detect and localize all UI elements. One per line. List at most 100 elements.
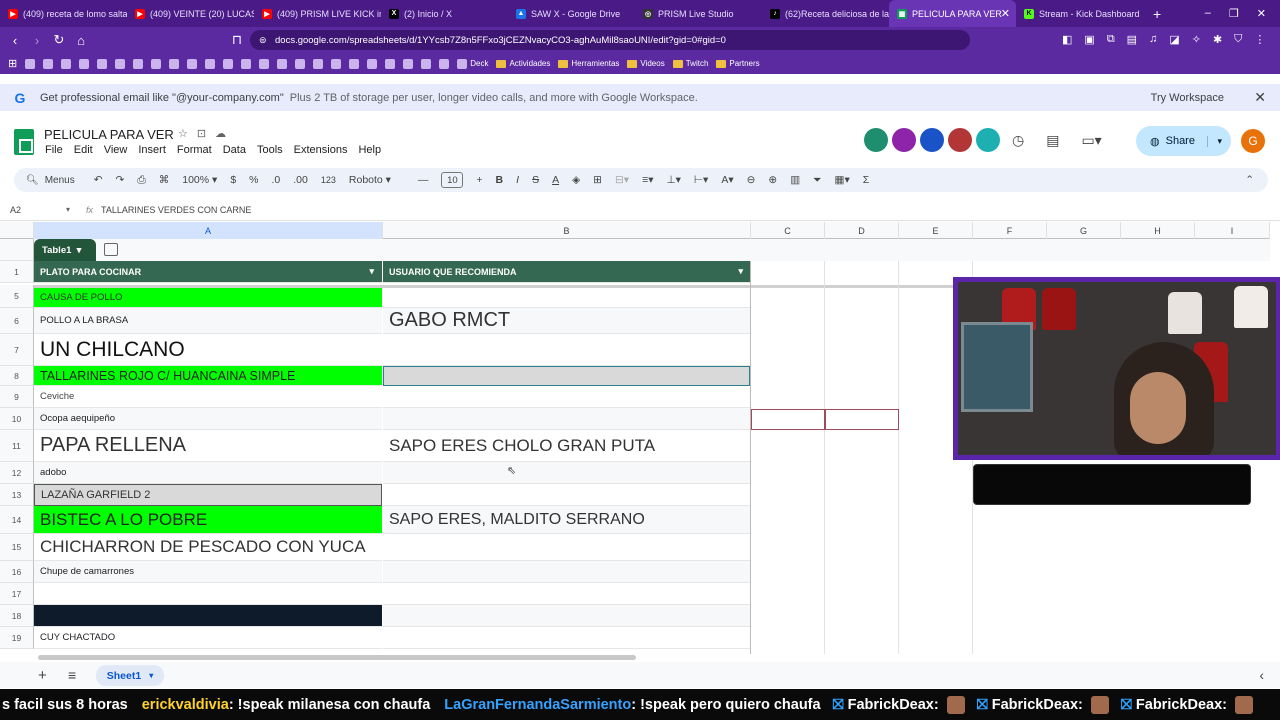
- add-sheet-button[interactable]: +: [38, 667, 47, 684]
- selected-cell-d10[interactable]: [825, 409, 899, 430]
- table-cell[interactable]: adobo: [34, 462, 382, 484]
- table-cell[interactable]: BISTEC A LO POBRE: [34, 506, 382, 534]
- bookmark-icon[interactable]: [133, 58, 144, 69]
- table-cell[interactable]: [383, 583, 750, 605]
- extension-icon[interactable]: ◧: [1062, 33, 1072, 46]
- percent-format[interactable]: %: [249, 174, 258, 186]
- bookmark-icon[interactable]: [367, 58, 378, 69]
- browser-tab[interactable]: ♪ (62)Receta deliciosa de la: [762, 0, 889, 27]
- table-cell[interactable]: [34, 583, 382, 605]
- table-cell[interactable]: LAZAÑA GARFIELD 2: [34, 484, 382, 506]
- row-number[interactable]: 19: [0, 627, 34, 649]
- column-header[interactable]: A: [34, 222, 383, 239]
- table-cell[interactable]: [383, 386, 750, 408]
- bold-icon[interactable]: B: [496, 174, 504, 186]
- bookmark-icon[interactable]: [79, 58, 90, 69]
- column-filter-icon[interactable]: ▾: [738, 266, 743, 277]
- bookmark-icon[interactable]: [241, 58, 252, 69]
- column-header[interactable]: D: [825, 222, 899, 239]
- browser-tab[interactable]: ▶ (409) PRISM LIVE KICK ir: [254, 0, 381, 27]
- menu-tools[interactable]: Tools: [257, 144, 283, 156]
- bookmark-icon[interactable]: [385, 58, 396, 69]
- table-cell[interactable]: SAPO ERES CHOLO GRAN PUTA: [383, 430, 750, 462]
- number-format[interactable]: 123: [321, 175, 336, 185]
- table-cell[interactable]: [383, 561, 750, 583]
- column-header[interactable]: H: [1121, 222, 1195, 239]
- bookmark-folder-videos[interactable]: Videos: [627, 59, 665, 68]
- new-tab-button[interactable]: +: [1143, 6, 1171, 22]
- table-cell[interactable]: [383, 366, 750, 386]
- back-icon[interactable]: ‹: [4, 33, 26, 48]
- row-number[interactable]: 14: [0, 506, 34, 534]
- meet-icon[interactable]: ▭▾: [1081, 132, 1101, 149]
- table-cell[interactable]: PAPA RELLENA: [34, 430, 382, 462]
- menus-search[interactable]: Menus: [45, 175, 75, 186]
- column-header[interactable]: G: [1047, 222, 1121, 239]
- apps-icon[interactable]: ⊞: [8, 57, 17, 70]
- collapse-toolbar-icon[interactable]: ⌃: [1245, 174, 1254, 186]
- horizontal-scrollbar[interactable]: [38, 655, 636, 660]
- home-icon[interactable]: ⌂: [70, 33, 92, 48]
- table-cell[interactable]: [383, 484, 750, 506]
- paint-format-icon[interactable]: ⌘: [159, 174, 170, 186]
- bookmark-icon[interactable]: [187, 58, 198, 69]
- merge-cells-icon[interactable]: ⊟▾: [615, 174, 629, 186]
- text-color-icon[interactable]: A: [552, 174, 559, 186]
- menu-help[interactable]: Help: [358, 144, 381, 156]
- close-tab-icon[interactable]: ✕: [1001, 7, 1010, 20]
- move-folder-icon[interactable]: ⊡: [197, 127, 206, 140]
- select-all-corner[interactable]: [0, 222, 34, 239]
- star-icon[interactable]: ☆: [178, 127, 188, 140]
- filter-icon[interactable]: ⏷: [813, 174, 821, 187]
- collaborator-avatar[interactable]: [920, 128, 944, 152]
- row-number[interactable]: 9: [0, 386, 34, 408]
- bookmark-icon[interactable]: [349, 58, 360, 69]
- table-cell[interactable]: CHICHARRON DE PESCADO CON YUCA: [34, 534, 382, 561]
- menu-file[interactable]: File: [45, 144, 63, 156]
- collaborator-avatar[interactable]: [948, 128, 972, 152]
- bookmark-icon[interactable]: [313, 58, 324, 69]
- row-number[interactable]: 12: [0, 462, 34, 484]
- row-number[interactable]: 16: [0, 561, 34, 583]
- bookmark-icon[interactable]: [169, 58, 180, 69]
- align-icon[interactable]: ≡▾: [642, 174, 653, 186]
- share-button[interactable]: ◍ Share ▾: [1136, 126, 1231, 156]
- forward-icon[interactable]: ›: [26, 33, 48, 48]
- bookmark-icon[interactable]: [439, 58, 450, 69]
- bookmark-icon[interactable]: [61, 58, 72, 69]
- decrease-decimal[interactable]: .0: [272, 174, 281, 186]
- table-cell[interactable]: SAPO ERES, MALDITO SERRANO: [383, 506, 750, 534]
- row-number[interactable]: 6: [0, 308, 34, 334]
- table-options-icon[interactable]: [104, 243, 118, 256]
- row-number[interactable]: 1: [0, 261, 34, 283]
- column-header[interactable]: C: [751, 222, 825, 239]
- table-cell[interactable]: [383, 334, 750, 366]
- browser-tab[interactable]: X (2) Inicio / X: [381, 0, 508, 27]
- row-number[interactable]: 7: [0, 334, 34, 366]
- maximize-icon[interactable]: ❐: [1229, 7, 1239, 20]
- undo-icon[interactable]: ↶: [94, 174, 103, 186]
- bookmark-folder-actividades[interactable]: Actividades: [496, 59, 550, 68]
- comment-icon[interactable]: ⊕: [768, 174, 777, 186]
- menu-icon[interactable]: ⋮: [1254, 33, 1265, 46]
- print-icon[interactable]: ⎙: [137, 174, 145, 187]
- sheets-logo-icon[interactable]: [14, 129, 34, 155]
- menu-extensions[interactable]: Extensions: [294, 144, 348, 156]
- close-window-icon[interactable]: ✕: [1257, 7, 1266, 20]
- table-cell[interactable]: UN CHILCANO: [34, 334, 382, 366]
- extension-icon[interactable]: ▤: [1127, 33, 1137, 46]
- table-cell[interactable]: GABO RMCT: [383, 308, 750, 334]
- menu-data[interactable]: Data: [223, 144, 246, 156]
- menu-format[interactable]: Format: [177, 144, 212, 156]
- row-number[interactable]: 11: [0, 430, 34, 462]
- table-cell[interactable]: [34, 605, 382, 627]
- row-number[interactable]: 10: [0, 408, 34, 430]
- table-cell[interactable]: CUY CHACTADO: [34, 627, 382, 649]
- bookmark-icon[interactable]: [25, 58, 36, 69]
- collaborator-avatar[interactable]: [976, 128, 1000, 152]
- explore-collapse-icon[interactable]: ‹: [1259, 667, 1264, 683]
- reload-icon[interactable]: ↻: [48, 32, 70, 48]
- column-header[interactable]: F: [973, 222, 1047, 239]
- borders-icon[interactable]: ⊞: [593, 174, 602, 186]
- row-number[interactable]: 5: [0, 285, 34, 308]
